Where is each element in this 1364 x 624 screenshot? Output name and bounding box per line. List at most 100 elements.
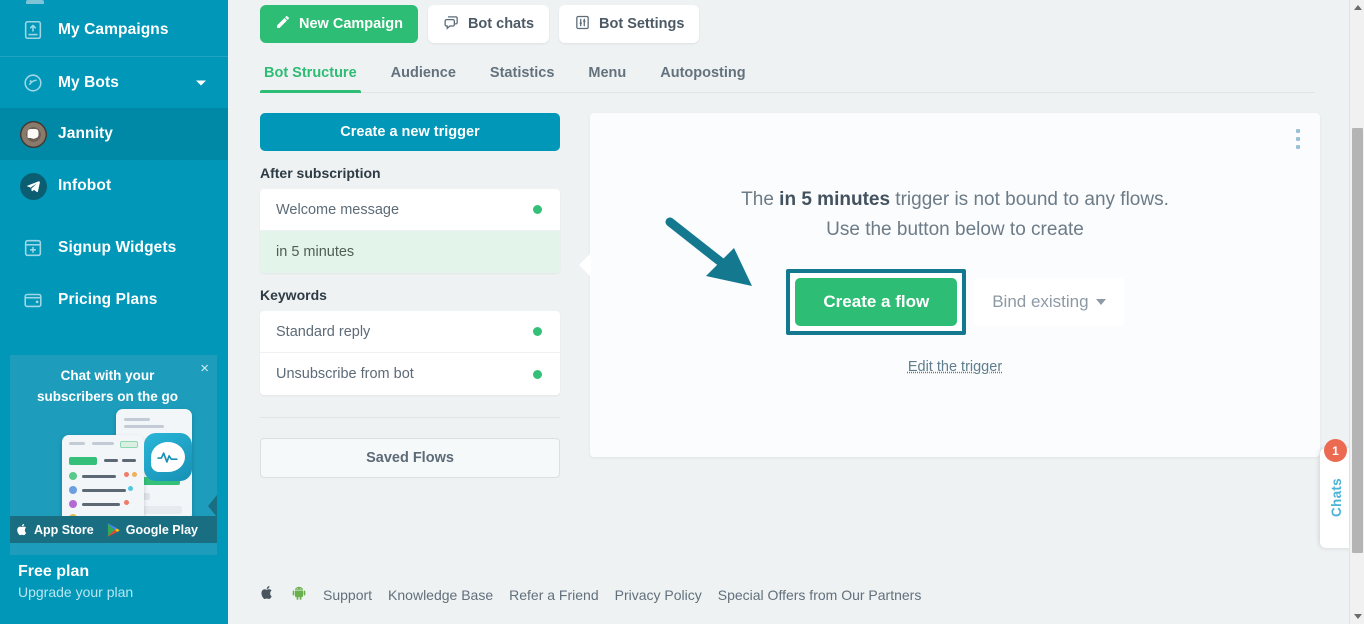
chats-unread-badge: 1 (1324, 439, 1347, 462)
bind-existing-label: Bind existing (992, 292, 1088, 312)
scrollbar-thumb[interactable] (1352, 128, 1363, 553)
toolbar: New Campaign Bot chats (228, 0, 1364, 43)
tab-bot-structure[interactable]: Bot Structure (260, 65, 361, 92)
trigger-row-in-5-minutes[interactable]: in 5 minutes (260, 231, 560, 273)
sidebar-spacer (0, 212, 228, 222)
page-scrollbar[interactable] (1349, 0, 1364, 624)
sidebar-item-my-campaigns[interactable]: My Campaigns (0, 4, 228, 56)
new-campaign-label: New Campaign (299, 16, 403, 32)
footer-link-privacy-policy[interactable]: Privacy Policy (615, 587, 702, 603)
sidebar-item-label: My Bots (58, 74, 119, 92)
sidebar: My Campaigns My Bots Jannity (0, 0, 228, 624)
sidebar-item-label: My Campaigns (58, 21, 169, 39)
create-new-trigger-button[interactable]: Create a new trigger (260, 113, 560, 151)
bot-settings-button[interactable]: Bot Settings (559, 5, 699, 43)
divider (260, 417, 560, 418)
status-dot-active (533, 370, 542, 379)
tab-autoposting[interactable]: Autoposting (656, 65, 749, 92)
trigger-row-welcome-message[interactable]: Welcome message (260, 189, 560, 231)
group-title-after-subscription: After subscription (260, 165, 560, 181)
plan-section: Free plan Upgrade your plan (18, 563, 133, 600)
trigger-group-after-subscription: Welcome message in 5 minutes (260, 189, 560, 273)
sidebar-item-infobot[interactable]: Infobot (0, 160, 228, 212)
bot-settings-label: Bot Settings (599, 16, 684, 32)
tab-bar: Bot Structure Audience Statistics Menu A… (260, 65, 1315, 93)
widget-icon (18, 233, 48, 263)
trigger-label: in 5 minutes (276, 244, 354, 260)
footer: Support Knowledge Base Refer a Friend Pr… (260, 584, 921, 606)
sidebar-item-label: Jannity (58, 125, 113, 143)
trigger-detail-card: The in 5 minutes trigger is not bound to… (590, 113, 1320, 457)
trigger-row-unsubscribe-from-bot[interactable]: Unsubscribe from bot (260, 353, 560, 395)
bind-existing-dropdown[interactable]: Bind existing (974, 278, 1123, 326)
app-store-label: App Store (34, 523, 94, 537)
footer-link-special-offers[interactable]: Special Offers from Our Partners (718, 587, 922, 603)
status-dot-active (533, 327, 542, 336)
footer-link-refer-a-friend[interactable]: Refer a Friend (509, 587, 598, 603)
compose-icon (275, 14, 291, 34)
app-root: My Campaigns My Bots Jannity (0, 0, 1364, 624)
trigger-row-standard-reply[interactable]: Standard reply (260, 311, 560, 353)
empty-state-message: The in 5 minutes trigger is not bound to… (590, 113, 1320, 245)
sidebar-item-jannity[interactable]: Jannity (0, 108, 228, 160)
chats-widget-tab[interactable]: 1 Chats (1320, 448, 1352, 548)
footer-link-knowledge-base[interactable]: Knowledge Base (388, 587, 493, 603)
create-flow-button[interactable]: Create a flow (795, 278, 957, 326)
promo-title: Chat with your subscribers on the go (10, 355, 217, 407)
message-prefix: The (741, 189, 779, 210)
telegram-icon (18, 171, 48, 201)
google-play-button[interactable]: Google Play (106, 522, 198, 538)
status-dot-active (533, 205, 542, 214)
group-title-keywords: Keywords (260, 287, 560, 303)
content-area: Create a new trigger After subscription … (228, 93, 1364, 478)
promo-illustration (10, 409, 217, 527)
footer-link-support[interactable]: Support (323, 587, 372, 603)
promo-card: Chat with your subscribers on the go × (10, 355, 217, 555)
apple-icon[interactable] (260, 584, 275, 606)
tab-statistics[interactable]: Statistics (486, 65, 558, 92)
plan-name: Free plan (18, 563, 133, 581)
android-icon[interactable] (291, 584, 307, 606)
store-badges: App Store Google Play (10, 516, 217, 543)
chevron-down-icon[interactable] (196, 80, 206, 85)
close-icon[interactable]: × (200, 361, 209, 376)
trigger-group-keywords: Standard reply Unsubscribe from bot (260, 311, 560, 395)
sliders-icon (574, 14, 591, 35)
sidebar-item-my-bots[interactable]: My Bots (0, 56, 228, 108)
chats-label: Chats (1329, 478, 1344, 517)
upgrade-plan-link[interactable]: Upgrade your plan (18, 584, 133, 600)
tab-audience[interactable]: Audience (387, 65, 460, 92)
message-trigger-name: in 5 minutes (779, 189, 890, 210)
sidebar-item-label: Infobot (58, 177, 111, 195)
sidebar-item-label: Pricing Plans (58, 291, 158, 309)
sidebar-item-pricing-plans[interactable]: Pricing Plans (0, 274, 228, 326)
new-campaign-button[interactable]: New Campaign (260, 5, 418, 43)
triggers-panel: Create a new trigger After subscription … (260, 113, 560, 478)
chevron-down-icon (1096, 299, 1106, 305)
campaigns-icon (18, 15, 48, 45)
avatar (18, 119, 48, 149)
google-play-label: Google Play (126, 523, 198, 537)
app-store-button[interactable]: App Store (16, 522, 94, 537)
trigger-label: Unsubscribe from bot (276, 366, 414, 382)
scroll-down-icon[interactable] (1350, 609, 1364, 624)
bot-chats-label: Bot chats (468, 16, 534, 32)
create-flow-highlight: Create a flow (786, 269, 966, 335)
bot-chats-button[interactable]: Bot chats (428, 5, 549, 43)
trigger-label: Welcome message (276, 202, 399, 218)
chat-app-icon (144, 433, 192, 481)
edit-trigger-link[interactable]: Edit the trigger (590, 359, 1320, 375)
main-content: New Campaign Bot chats (228, 0, 1364, 624)
scroll-up-icon[interactable] (1350, 0, 1364, 15)
sidebar-item-label: Signup Widgets (58, 239, 176, 257)
action-row: Create a flow Bind existing (590, 269, 1320, 335)
saved-flows-button[interactable]: Saved Flows (260, 438, 560, 478)
tab-menu[interactable]: Menu (584, 65, 630, 92)
promo-collapse-icon[interactable] (208, 495, 217, 517)
sidebar-item-signup-widgets[interactable]: Signup Widgets (0, 222, 228, 274)
wallet-icon (18, 285, 48, 315)
chat-bubble-icon (443, 14, 460, 35)
trigger-label: Standard reply (276, 324, 370, 340)
kebab-menu-icon[interactable] (1296, 129, 1300, 153)
bots-icon (18, 68, 48, 98)
